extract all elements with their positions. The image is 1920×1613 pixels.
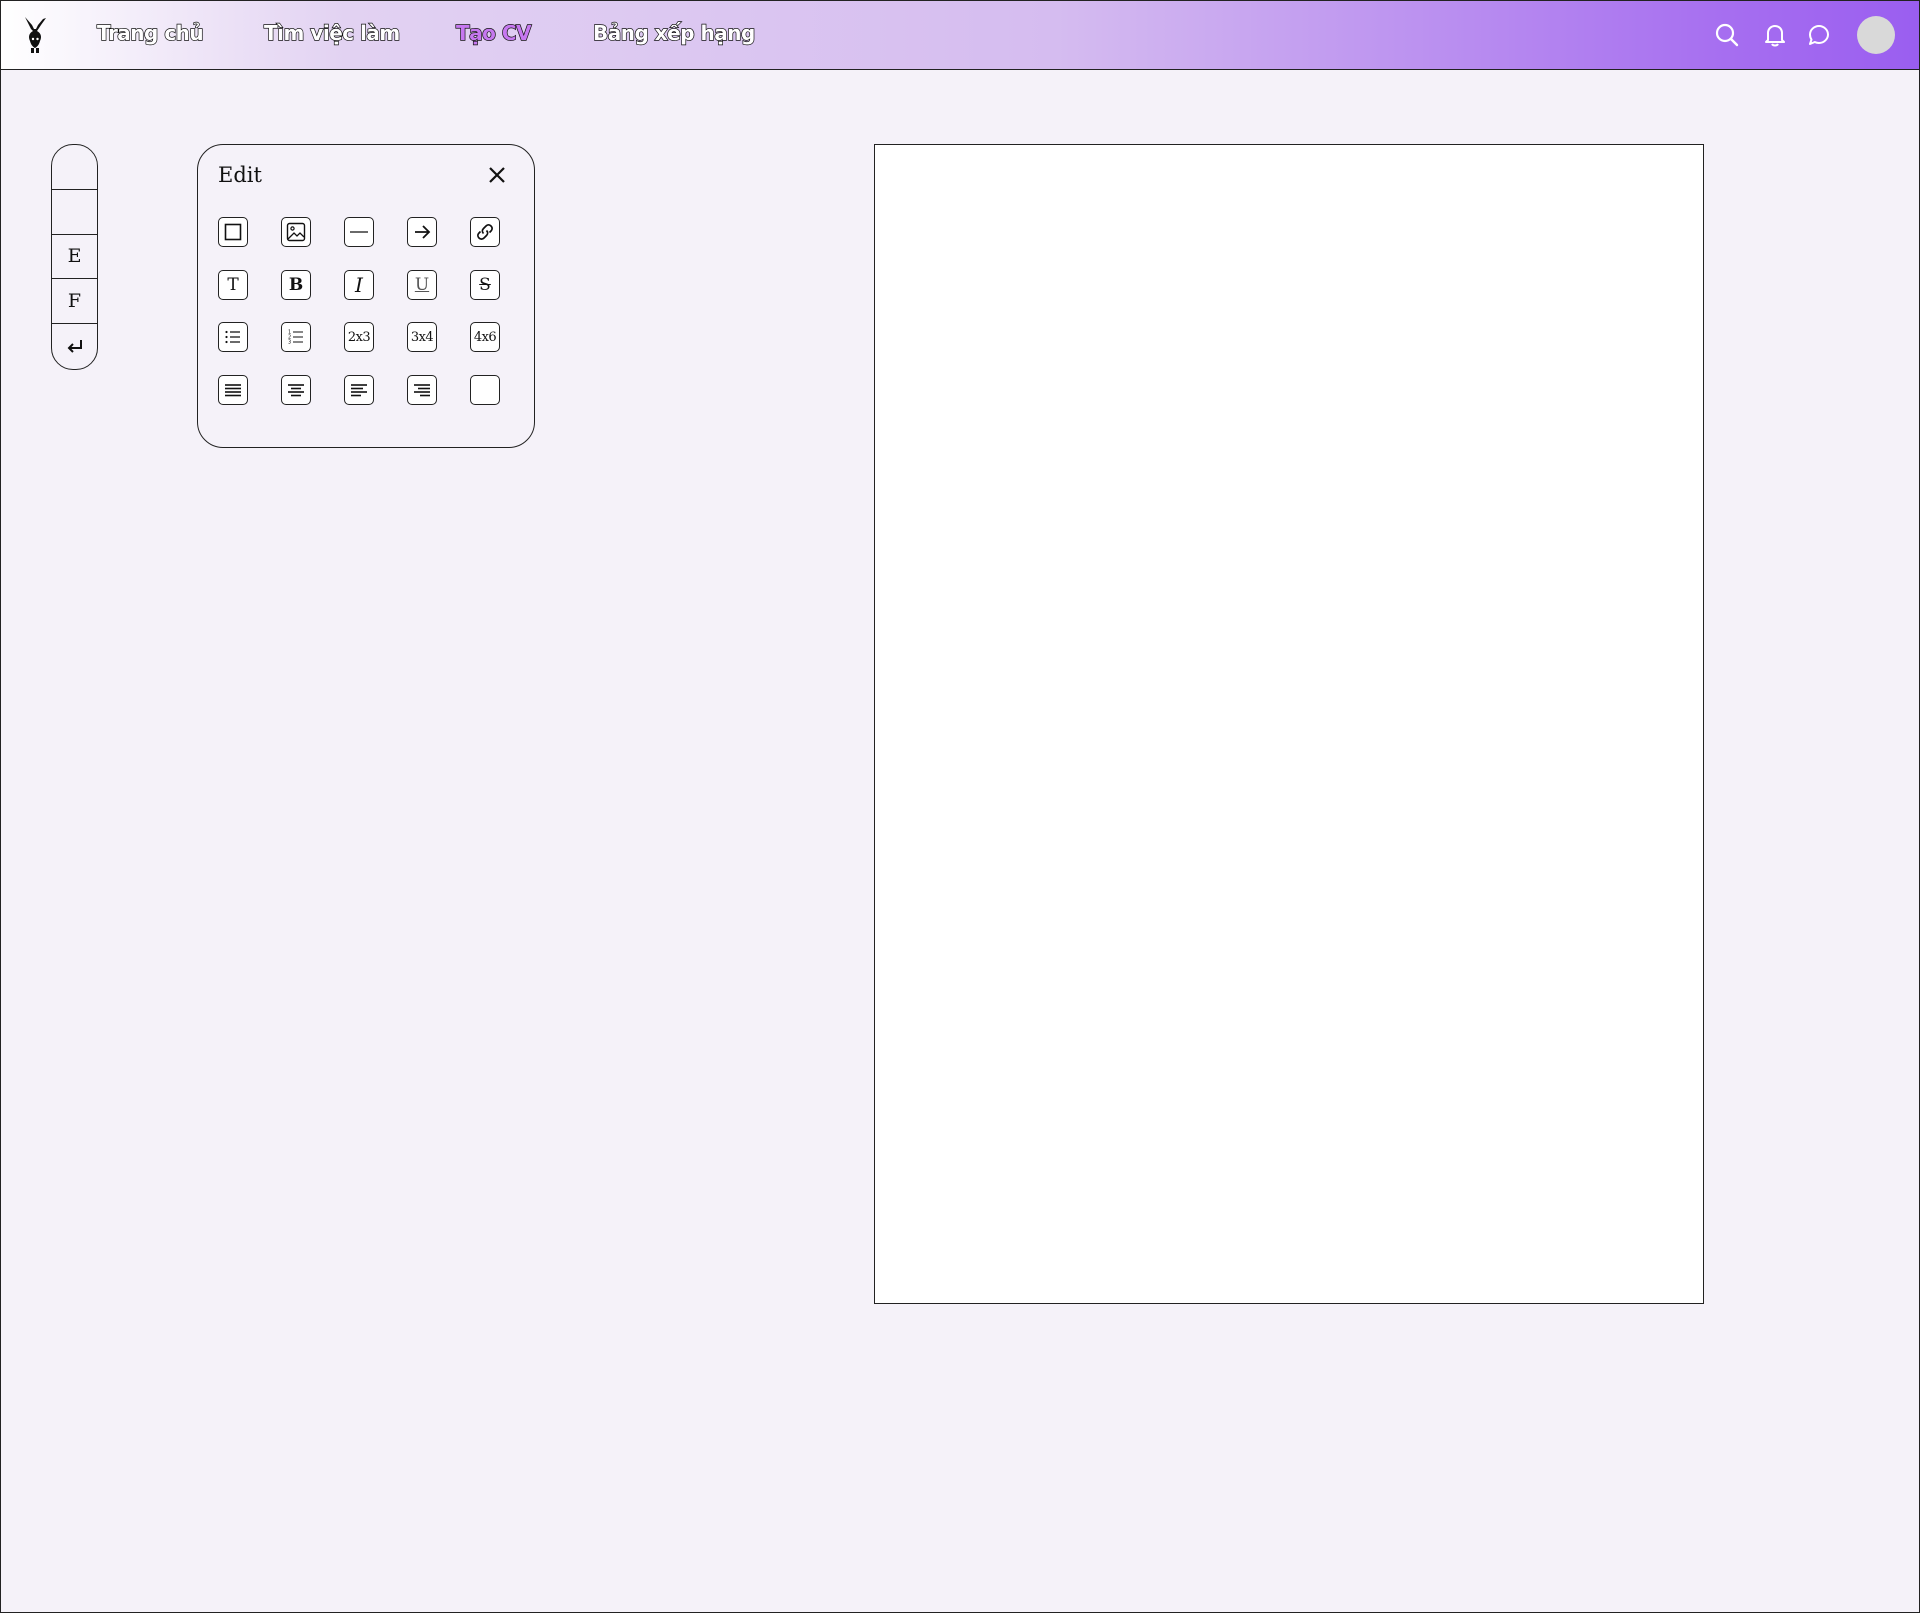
text-tool[interactable]: T (218, 270, 248, 300)
return-icon (67, 339, 82, 353)
bullet-list-icon (225, 330, 240, 344)
side-toolbar: E F (51, 144, 98, 370)
rabbit-logo-icon[interactable] (19, 15, 51, 55)
image-icon (286, 222, 306, 242)
edit-panel-title: Edit (218, 163, 262, 187)
align-right-tool[interactable] (407, 375, 437, 405)
underline-tool[interactable]: U (407, 270, 437, 300)
close-icon[interactable] (485, 163, 509, 187)
align-left-tool[interactable] (344, 375, 374, 405)
strikethrough-tool[interactable]: S (470, 270, 500, 300)
align-center-tool[interactable] (281, 375, 311, 405)
nav-create-cv[interactable]: Tạo CV (455, 20, 532, 45)
bullet-list-tool[interactable] (218, 322, 248, 352)
align-justify-icon (225, 384, 241, 397)
side-toolbar-item-2[interactable] (52, 190, 97, 235)
align-justify-tool[interactable] (218, 375, 248, 405)
rectangle-tool[interactable] (218, 217, 248, 247)
line-tool[interactable] (344, 217, 374, 247)
image-tool[interactable] (281, 217, 311, 247)
blank-tool[interactable] (470, 375, 500, 405)
svg-text:3: 3 (288, 340, 291, 346)
arrow-tool[interactable] (407, 217, 437, 247)
search-icon[interactable] (1713, 21, 1741, 49)
chat-icon[interactable] (1805, 21, 1833, 49)
link-icon (477, 224, 493, 240)
line-icon (350, 231, 368, 233)
numbered-list-icon: 1 2 3 (288, 330, 303, 346)
top-header: Trang chủ Tìm việc làm Tạo CV Bảng xếp h… (1, 1, 1919, 70)
align-center-icon (288, 384, 304, 397)
link-tool[interactable] (470, 217, 500, 247)
side-toolbar-item-e[interactable]: E (52, 235, 97, 280)
grid-3x4-tool[interactable]: 3x4 (407, 322, 437, 352)
arrow-right-icon (415, 225, 431, 239)
bell-icon[interactable] (1761, 21, 1789, 49)
nav-leaderboard[interactable]: Bảng xếp hạng (592, 20, 756, 45)
align-left-icon (351, 384, 367, 397)
edit-panel: Edit T B I U S 1 2 3 2x3 3x4 4x6 (197, 144, 535, 448)
side-toolbar-item-f[interactable]: F (52, 279, 97, 325)
bold-tool[interactable]: B (281, 270, 311, 300)
italic-tool[interactable]: I (344, 270, 374, 300)
square-icon (224, 223, 242, 241)
side-toolbar-item-1[interactable] (52, 145, 97, 190)
align-right-icon (414, 384, 430, 397)
side-toolbar-return[interactable] (52, 324, 97, 369)
nav-home[interactable]: Trang chủ (96, 20, 204, 45)
cv-canvas-page[interactable] (874, 144, 1704, 1304)
grid-2x3-tool[interactable]: 2x3 (344, 322, 374, 352)
avatar[interactable] (1857, 16, 1895, 54)
numbered-list-tool[interactable]: 1 2 3 (281, 322, 311, 352)
nav-find-jobs[interactable]: Tìm việc làm (263, 20, 401, 45)
grid-4x6-tool[interactable]: 4x6 (470, 322, 500, 352)
